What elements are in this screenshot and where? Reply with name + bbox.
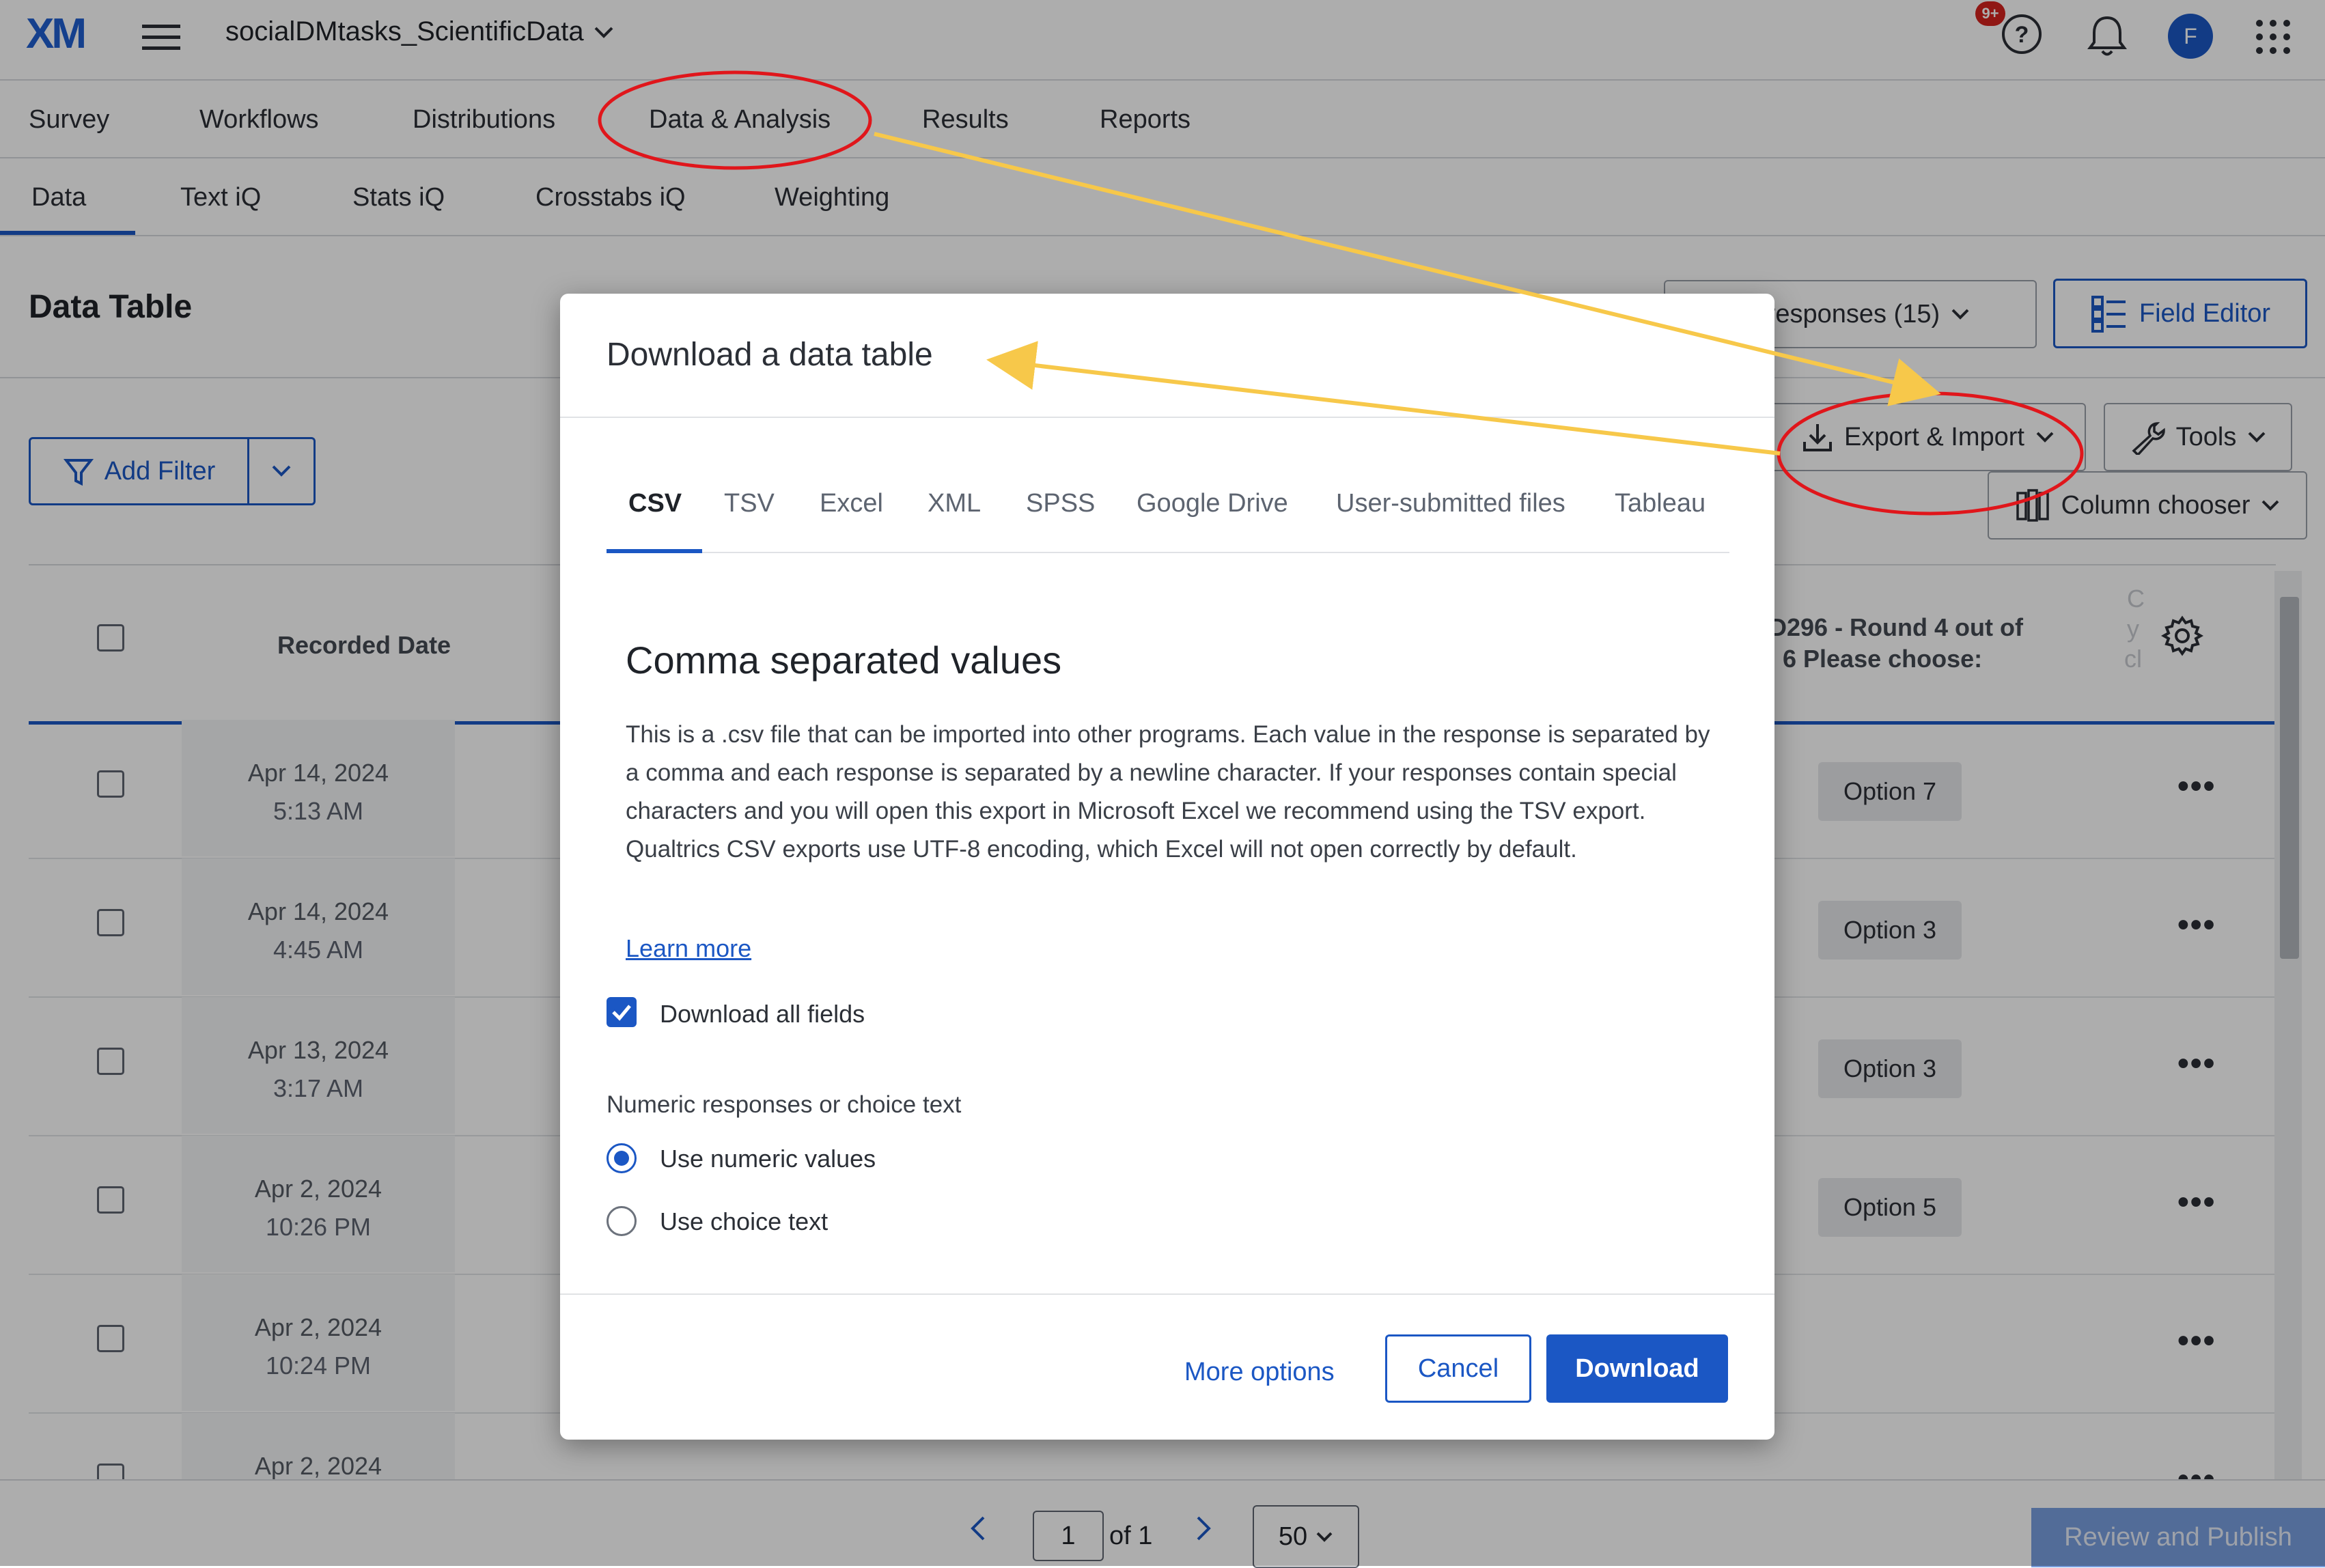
format-tab-xml[interactable]: XML (928, 489, 981, 518)
format-tab-csv[interactable]: CSV (628, 489, 682, 518)
download-all-fields-label: Download all fields (660, 1000, 865, 1028)
download-dialog: Download a data table CSV TSV Excel XML … (560, 294, 1774, 1440)
format-tab-spss[interactable]: SPSS (1026, 489, 1095, 518)
dialog-header-divider (560, 417, 1774, 418)
numeric-choice-group-label: Numeric responses or choice text (607, 1091, 962, 1118)
use-choice-text-label: Use choice text (660, 1207, 829, 1235)
more-options-link[interactable]: More options (1184, 1358, 1335, 1387)
format-tabs-divider (607, 552, 1729, 553)
dialog-title: Download a data table (607, 337, 933, 373)
learn-more-link[interactable]: Learn more (626, 934, 751, 963)
format-tab-user-submitted-files[interactable]: User-submitted files (1336, 489, 1565, 518)
format-tab-excel[interactable]: Excel (820, 489, 883, 518)
download-all-fields-checkbox[interactable] (607, 997, 637, 1027)
cancel-button[interactable]: Cancel (1385, 1334, 1531, 1403)
format-tab-google-drive[interactable]: Google Drive (1137, 489, 1288, 518)
dialog-footer-divider (560, 1293, 1774, 1295)
use-numeric-values-label: Use numeric values (660, 1145, 876, 1173)
download-button[interactable]: Download (1546, 1334, 1728, 1403)
active-format-indicator (607, 549, 702, 553)
checkmark-icon (612, 1005, 631, 1021)
use-numeric-values-radio[interactable] (607, 1143, 637, 1173)
format-tab-tsv[interactable]: TSV (724, 489, 775, 518)
format-tab-tableau[interactable]: Tableau (1615, 489, 1706, 518)
format-section-title: Comma separated values (626, 639, 1062, 682)
use-choice-text-radio[interactable] (607, 1206, 637, 1236)
format-description: This is a .csv file that can be imported… (626, 721, 1710, 863)
